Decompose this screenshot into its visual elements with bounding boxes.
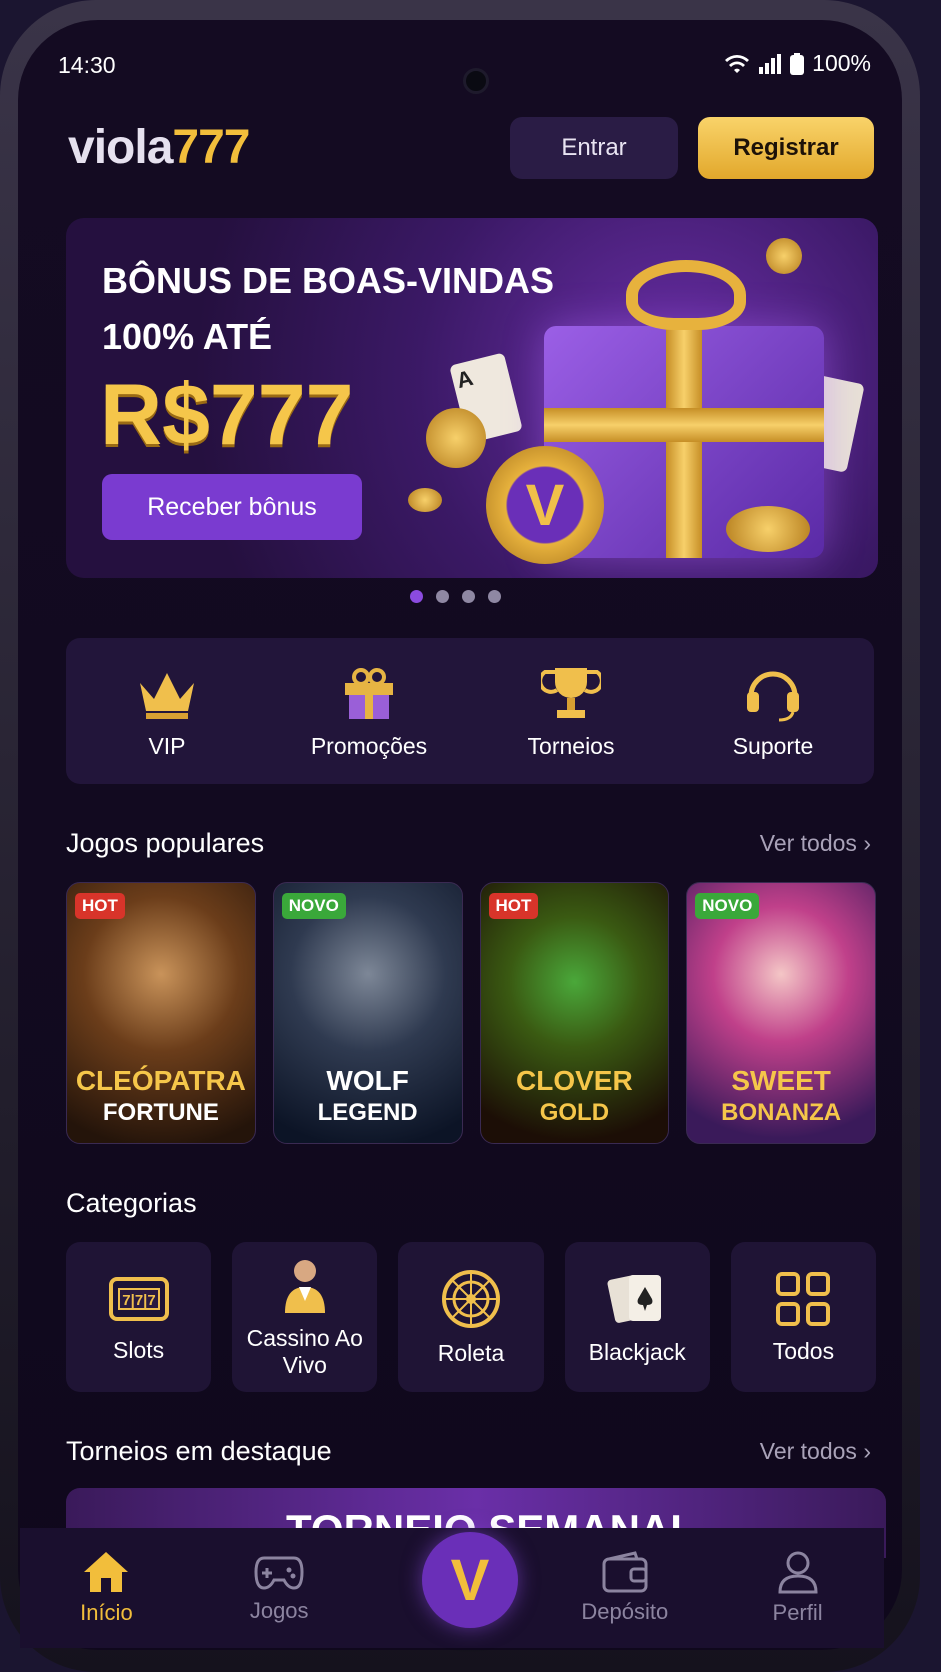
banner-line2: 100% ATÉ [102,316,273,357]
see-all-label: Ver todos [759,1438,857,1464]
banner-line1: BÔNUS DE BOAS-VINDAS [102,260,555,301]
quick-support[interactable]: Suporte [672,638,874,784]
nav-label: Início [80,1600,133,1625]
roulette-icon [442,1269,500,1328]
nav-label: Perfil [772,1600,823,1625]
game-subtitle: FORTUNE [102,1099,219,1126]
wallet-icon [602,1551,648,1593]
coin-icon [426,408,486,468]
dealer-icon [284,1260,325,1313]
carousel-dots[interactable] [410,590,501,603]
chevron-right-icon: › [863,1438,871,1464]
quick-tournaments[interactable]: Torneios [470,638,672,784]
hot-badge: HOT [488,893,539,919]
game-subtitle: LEGEND [317,1099,418,1126]
receive-bonus-button[interactable]: Receber bônus [102,474,362,540]
game-card[interactable]: NOVO WOLF LEGEND [272,882,463,1144]
gift-bow-icon [626,260,746,330]
quick-promotions[interactable]: Promoções [268,638,470,784]
headset-icon [738,663,808,723]
game-subtitle: BONANZA [721,1099,842,1126]
coin-icon [766,238,802,274]
category-all[interactable]: Todos [730,1242,877,1392]
slot-machine-icon: 7|7|7 [108,1276,169,1321]
category-label: Blackjack [588,1338,686,1365]
game-title: SWEET [731,1065,831,1096]
register-button[interactable]: Registrar [698,117,874,179]
carousel-dot-active[interactable] [410,590,423,603]
cards-icon [607,1274,662,1323]
quick-label: Suporte [732,732,814,759]
slot-reels-label: 7|7|7 [122,1292,155,1309]
home-icon [84,1552,129,1592]
status-time: 14:30 [58,52,116,78]
camera [463,68,489,94]
category-roulette[interactable]: Roleta [398,1242,544,1392]
logo[interactable]: viola777 [68,120,250,175]
category-label: Cassino Ao Vivo [246,1325,363,1378]
promo-banner[interactable]: BÔNUS DE BOAS-VINDAS 100% ATÉ R$777 Rece… [66,218,878,578]
tournaments-title: Torneios em destaque [66,1436,332,1466]
game-subtitle: GOLD [539,1099,610,1126]
game-card[interactable]: HOT CLEÓPATRA FORTUNE [66,882,256,1144]
carousel-dot[interactable] [436,590,449,603]
game-title: WOLF [326,1065,409,1096]
logo-text: viola [68,121,173,174]
coin-icon [408,488,442,512]
quick-links: VIP Promoções Torneios Suporte [66,638,874,784]
popular-games-title: Jogos populares [66,828,265,858]
nav-home[interactable]: Início [20,1550,193,1626]
category-label: Todos [772,1337,835,1364]
category-live-casino[interactable]: Cassino Ao Vivo [232,1242,378,1392]
carousel-dot[interactable] [462,590,475,603]
category-label: Slots [113,1336,165,1363]
gift-icon [334,663,404,723]
nav-label: Depósito [581,1599,669,1624]
wifi-icon [725,54,750,73]
quick-vip[interactable]: VIP [66,638,268,784]
trophy-icon [536,663,606,723]
quick-label: Torneios [527,732,615,759]
center-v-button[interactable]: V [422,1532,518,1628]
categories-title: Categorias [66,1188,197,1218]
nav-label: Jogos [249,1598,309,1623]
nav-deposit[interactable]: Depósito [538,1551,711,1625]
crown-icon [132,663,202,723]
categories-list: 7|7|7 Slots Cassino Ao Vivo Roleta Black… [66,1242,877,1392]
category-blackjack[interactable]: Blackjack [564,1242,710,1392]
gamepad-icon [254,1556,304,1590]
coin-icon [726,506,810,552]
status-icons: 100% [724,50,871,77]
signal-icon [759,53,782,74]
see-all-label: Ver todos [759,830,857,856]
popular-games-list: HOT CLEÓPATRA FORTUNE NOVO WOLF LEGEND H… [66,882,876,1144]
battery-percent: 100% [812,50,871,76]
popular-see-all-link[interactable]: Ver todos › [760,830,871,857]
user-icon [778,1551,818,1594]
battery-icon [790,52,805,75]
game-card[interactable]: HOT CLOVER GOLD [479,882,670,1144]
quick-label: VIP [148,732,186,759]
logo-number: 777 [172,121,250,174]
chevron-right-icon: › [863,830,871,856]
new-badge: NOVO [281,893,346,919]
game-title: CLOVER [516,1065,633,1096]
v-coin-icon: V [486,446,604,564]
nav-games[interactable]: Jogos [193,1552,366,1624]
game-card[interactable]: NOVO SWEET BONANZA [686,882,876,1144]
game-title: CLEÓPATRA [75,1065,246,1096]
tournaments-see-all-link[interactable]: Ver todos › [760,1438,871,1465]
category-slots[interactable]: 7|7|7 Slots [66,1242,212,1392]
login-button[interactable]: Entrar [510,117,678,179]
new-badge: NOVO [695,893,760,919]
quick-label: Promoções [310,732,428,759]
carousel-dot[interactable] [488,590,501,603]
banner-amount: R$777 [100,367,354,463]
category-label: Roleta [437,1339,505,1366]
nav-profile[interactable]: Perfil [711,1550,884,1626]
grid-icon [776,1271,831,1326]
hot-badge: HOT [75,893,125,919]
